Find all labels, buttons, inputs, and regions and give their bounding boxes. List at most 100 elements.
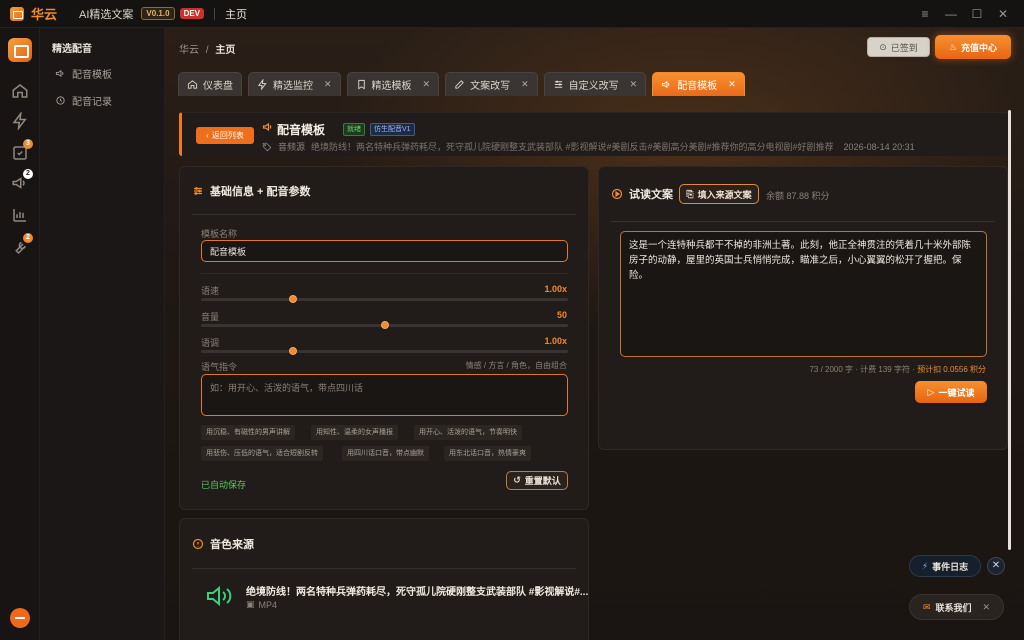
back-to-list-button[interactable]: ‹ 返回列表 — [196, 127, 254, 144]
tone-input[interactable]: 如：用开心、活泼的语气，带点四川话 — [201, 374, 568, 416]
rail-logo-icon[interactable] — [8, 38, 32, 62]
speaker-icon — [207, 585, 232, 607]
tab-close-icon[interactable]: ✕ — [630, 79, 638, 90]
source-header: 音色来源 — [192, 519, 576, 569]
pitch-slider[interactable] — [201, 347, 568, 355]
scrollbar[interactable] — [1008, 110, 1011, 550]
template-title: 配音模板 — [277, 123, 326, 137]
fill-source-text-button[interactable]: ⎘ 填入来源文案 — [679, 184, 759, 204]
slider-knob[interactable] — [288, 347, 297, 355]
speed-slider[interactable] — [201, 295, 568, 303]
subnav-item-voice-template[interactable]: 配音模板 — [55, 66, 112, 81]
tab-label: 仪表盘 — [203, 81, 233, 92]
tone-chip[interactable]: 用开心、活泼的语气，节奏明快 — [414, 425, 522, 440]
contact-us-button[interactable]: ✉ 联系我们 ✕ — [909, 594, 1004, 620]
paste-icon: ⎘ — [686, 188, 694, 199]
version-badge: V0.1.0 — [141, 7, 175, 20]
tab-voice-template[interactable]: 配音模板 ✕ — [652, 72, 745, 96]
model-badge: 仿生配音V1 — [370, 123, 415, 136]
template-timestamp: 2026-08-14 20:31 — [843, 141, 915, 152]
tab-close-icon[interactable]: ✕ — [423, 79, 431, 90]
recharge-label: 充值中心 — [961, 42, 998, 53]
tab-close-icon[interactable]: ✕ — [521, 79, 529, 90]
template-name-input[interactable]: 配音模板 — [201, 240, 568, 262]
chart-icon[interactable] — [11, 206, 29, 224]
counter-text: 73 / 2000 字 · 计费 139 字符 · — [809, 365, 915, 374]
recharge-button[interactable]: ♨ 充值中心 — [935, 35, 1011, 59]
tab-label: 精选模板 — [371, 81, 412, 92]
close-icon[interactable]: ✕ — [983, 602, 991, 613]
format-label: MP4 — [258, 599, 278, 610]
chat-icon: ✉ — [922, 601, 931, 612]
tab-rewrite[interactable]: 文案改写 ✕ — [445, 72, 538, 96]
tab-custom-rewrite[interactable]: 自定义改写 ✕ — [543, 72, 647, 96]
info-circle-icon — [192, 538, 204, 549]
one-click-trial-button[interactable]: ▷ 一键试读 — [915, 381, 987, 403]
event-log-label: 事件日志 — [932, 561, 969, 572]
close-icon[interactable]: ✕ — [990, 7, 1016, 21]
collapse-icon[interactable] — [10, 608, 30, 628]
tools-icon[interactable]: 2 — [11, 233, 33, 256]
trial-read-card: 试读文案 ⎘ 填入来源文案 余额 87.88 积分 这是一个连特种兵都干不掉的非… — [598, 166, 1008, 450]
app-name: AI精选文案 — [79, 8, 134, 21]
volume-slider[interactable] — [201, 321, 568, 329]
tone-chip[interactable]: 用东北话口音，热情豪爽 — [444, 446, 531, 461]
status-badge: 就绪 — [343, 123, 365, 136]
breadcrumb-root[interactable]: 华云 — [179, 45, 199, 56]
slider-knob[interactable] — [288, 295, 297, 303]
trial-text-area[interactable]: 这是一个连特种兵都干不掉的非洲土著。此刻，他正全神贯注的凭着几十米外部陈房子的动… — [620, 231, 987, 357]
fire-icon: ♨ — [948, 41, 958, 52]
play-icon: ▷ — [927, 386, 935, 397]
source-description: 绝境防线！两名特种兵弹药耗尽，死守孤儿院硬刚整支武装部队 #影视解说#美剧反击#… — [311, 142, 834, 152]
megaphone-icon — [55, 69, 64, 78]
tone-chip[interactable]: 用四川话口音，带点幽默 — [342, 446, 429, 461]
bolt-icon[interactable] — [11, 110, 29, 132]
tone-chip[interactable]: 用知性、温柔的女声播报 — [311, 425, 398, 440]
card-title: 音色来源 — [210, 538, 254, 551]
tab-label: 精选监控 — [273, 81, 313, 92]
megaphone-icon[interactable]: 2 — [11, 169, 33, 192]
estimated-cost: 预计扣 0.0556 积分 — [917, 365, 986, 374]
pitch-label: 语调 — [201, 338, 220, 348]
minimize-icon[interactable]: — — [938, 7, 964, 21]
home-icon[interactable] — [11, 82, 29, 100]
tone-label: 语气指令 — [201, 362, 238, 372]
sliders-icon — [554, 80, 562, 88]
close-icon[interactable]: ✕ — [987, 557, 1005, 575]
tab-monitor[interactable]: 精选监控 ✕ — [248, 72, 341, 96]
icon-rail: 3 2 2 — [0, 28, 40, 640]
sub-sidebar: 精选配音 配音模板 配音记录 — [40, 28, 165, 640]
bookmark-icon — [357, 79, 365, 90]
tone-chip[interactable]: 用悲伤、压低的语气，适合短剧反转 — [201, 446, 323, 461]
reset-default-button[interactable]: ↺ 重置默认 — [506, 471, 568, 490]
tab-close-icon[interactable]: ✕ — [728, 79, 736, 90]
source-label: 音频源 — [278, 142, 306, 152]
event-log-button[interactable]: ⚡ 事件日志 — [909, 555, 981, 577]
tab-dashboard[interactable]: 仪表盘 — [178, 72, 242, 96]
volume-label: 音量 — [201, 312, 220, 322]
tab-templates[interactable]: 精选模板 ✕ — [346, 72, 440, 96]
title-divider — [214, 7, 216, 20]
edit-icon — [455, 80, 464, 89]
volume-value: 50 — [556, 310, 567, 320]
slider-knob[interactable] — [380, 321, 389, 329]
source-item-title[interactable]: 绝境防线！两名特种兵弹药耗尽，死守孤儿院硬刚整支武装部队 #影视解说#... — [246, 583, 588, 598]
megaphone-icon — [262, 122, 272, 132]
env-badge: DEV — [179, 8, 205, 19]
breadcrumb-current: 主页 — [215, 45, 236, 56]
menu-icon[interactable]: ≡ — [912, 7, 938, 21]
char-counter: 73 / 2000 字 · 计费 139 字符 · 预计扣 0.0556 积分 — [809, 364, 986, 375]
document-icon[interactable]: 3 — [11, 139, 33, 162]
subnav-item-voice-history[interactable]: 配音记录 — [55, 93, 112, 108]
signed-in-button[interactable]: ⊙ 已签到 — [867, 37, 930, 57]
name-label: 模板名称 — [201, 229, 238, 239]
back-label: 返回列表 — [211, 131, 244, 140]
divider — [201, 273, 568, 274]
home-icon — [187, 80, 198, 89]
app-logo-icon — [10, 6, 24, 21]
trial-text: 这是一个连特种兵都干不掉的非洲土著。此刻，他正全神贯注的凭着几十米外部陈房子的动… — [629, 240, 972, 281]
tone-chip[interactable]: 用沉稳、有磁性的男声讲解 — [201, 425, 295, 440]
maximize-icon[interactable]: ☐ — [964, 7, 990, 21]
tab-close-icon[interactable]: ✕ — [324, 79, 332, 90]
voice-count-badge: 2 — [23, 169, 33, 179]
